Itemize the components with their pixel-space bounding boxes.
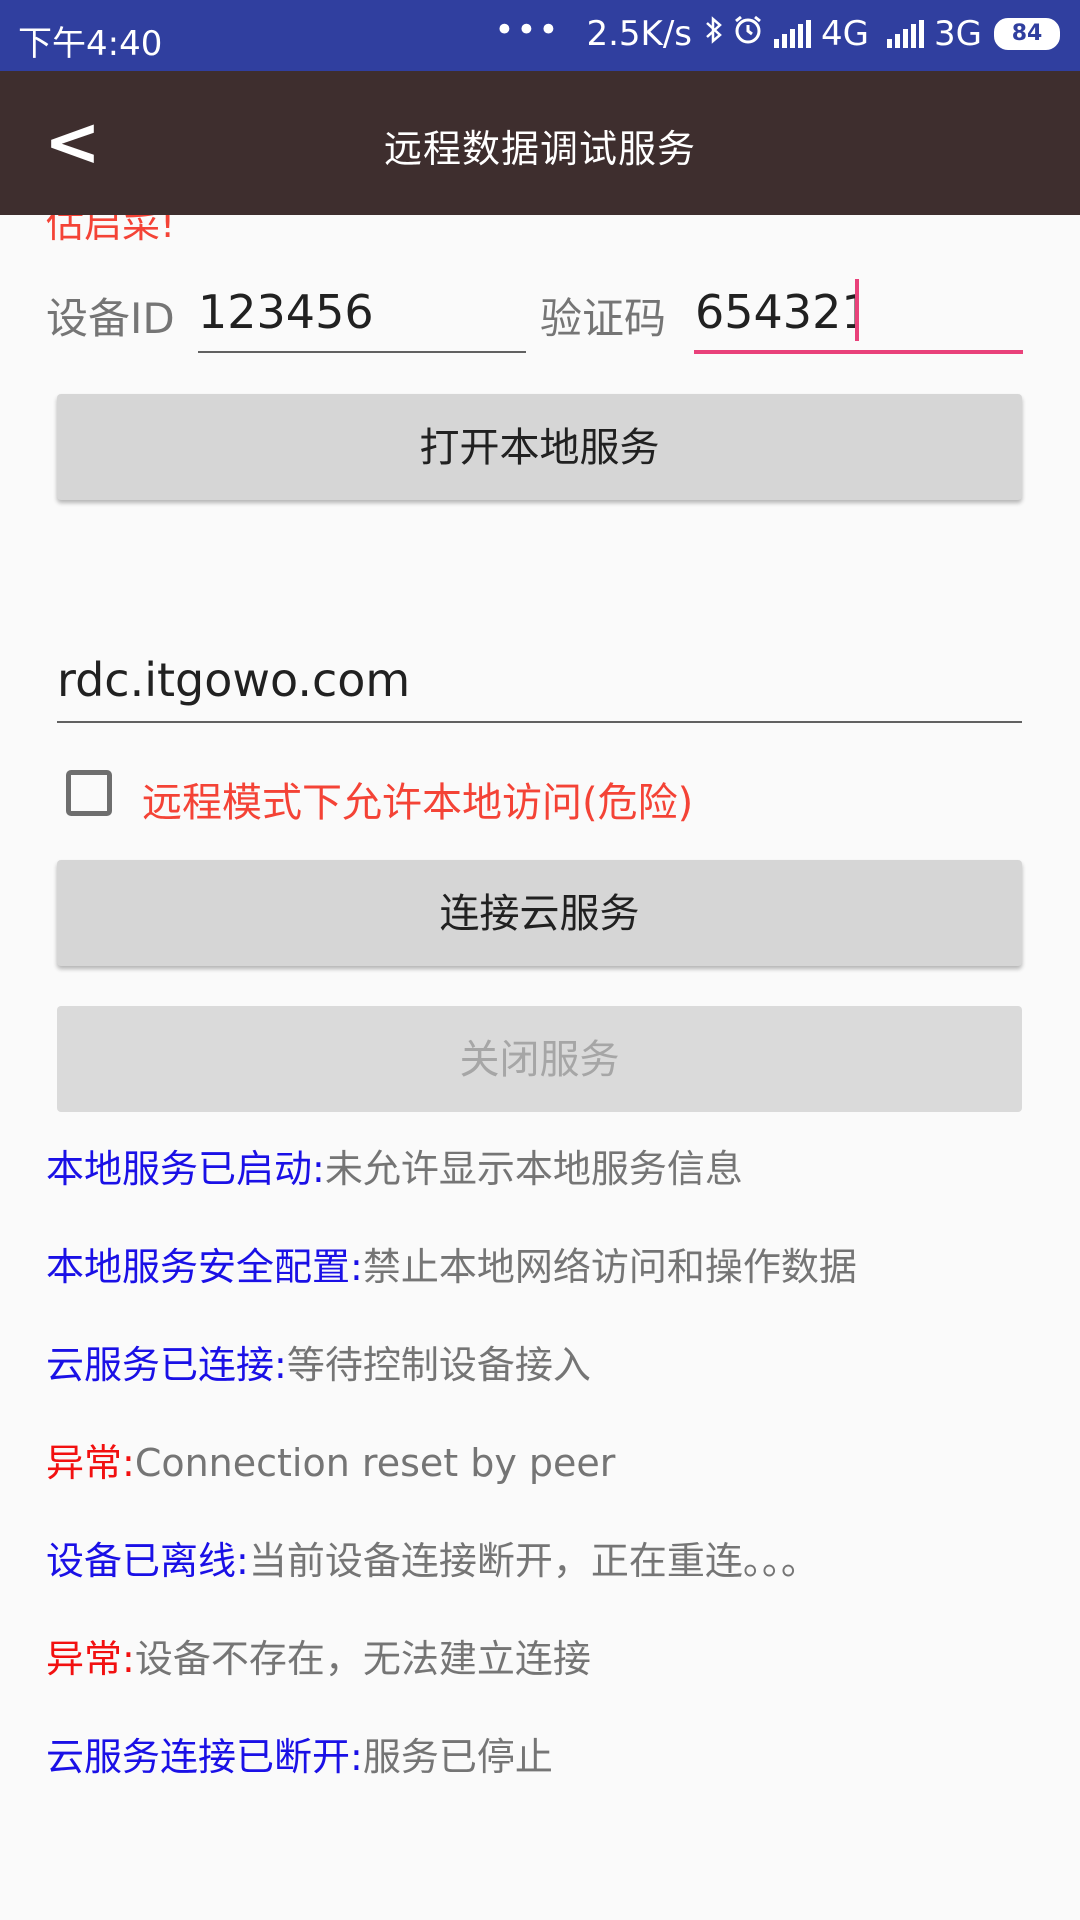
toolbar: < 远程数据调试服务 xyxy=(0,71,1080,215)
log-key: 异常: xyxy=(46,1637,135,1681)
log-line: 异常:设备不存在，无法建立连接 xyxy=(46,1628,591,1683)
log-line: 设备已离线:当前设备连接断开，正在重连。。。 xyxy=(46,1530,819,1585)
alarm-icon xyxy=(732,14,764,54)
connect-cloud-button[interactable]: 连接云服务 xyxy=(57,860,1022,966)
log-value: 当前设备连接断开，正在重连。。。 xyxy=(248,1539,819,1583)
log-key: 云服务已连接: xyxy=(46,1343,287,1387)
server-address-underline xyxy=(57,721,1022,723)
log-value: 设备不存在，无法建立连接 xyxy=(134,1637,591,1681)
network-type-1: 4G xyxy=(821,14,870,54)
log-key: 本地服务安全配置: xyxy=(46,1245,363,1289)
log-value: Connection reset by peer xyxy=(134,1441,616,1485)
allow-local-access-checkbox[interactable] xyxy=(66,770,112,816)
log-key: 本地服务已启动: xyxy=(46,1147,325,1191)
status-time: 下午4:40 xyxy=(18,24,163,64)
signal-strength-icon-2 xyxy=(887,20,925,48)
signal-strength-icon-1 xyxy=(774,20,812,48)
cut-off-text: 估启菜! xyxy=(46,215,176,246)
network-speed: 2.5K/s xyxy=(586,14,693,54)
page-title: 远程数据调试服务 xyxy=(383,127,696,171)
log-line: 本地服务安全配置:禁止本地网络访问和操作数据 xyxy=(46,1236,857,1291)
device-id-underline xyxy=(198,351,526,353)
verify-code-input[interactable] xyxy=(695,277,855,347)
device-id-label: 设备ID xyxy=(46,294,175,343)
verify-code-underline xyxy=(694,350,1023,354)
allow-local-access-label[interactable]: 远程模式下允许本地访问(危险) xyxy=(142,770,693,828)
bluetooth-icon xyxy=(704,15,724,53)
verify-code-label: 验证码 xyxy=(540,294,667,343)
main-content: 估启菜! 设备ID 验证码 打开本地服务 远程模式下允许本地访问(危险) 连接云… xyxy=(0,215,1080,1920)
log-line: 异常:Connection reset by peer xyxy=(46,1432,615,1487)
log-key: 设备已离线: xyxy=(46,1539,249,1583)
battery-icon: 84 xyxy=(994,18,1060,50)
log-line: 本地服务已启动:未允许显示本地服务信息 xyxy=(46,1138,743,1193)
log-value: 未允许显示本地服务信息 xyxy=(324,1147,743,1191)
log-line: 云服务连接已断开:服务已停止 xyxy=(46,1726,553,1781)
more-notifications-icon: ••• xyxy=(494,10,561,50)
log-value: 服务已停止 xyxy=(362,1735,553,1779)
status-icons: ••• 2.5K/s 4G 3G 84 xyxy=(494,10,1060,54)
server-address-input[interactable] xyxy=(57,645,1017,715)
device-id-input[interactable] xyxy=(198,277,518,347)
status-bar: 下午4:40 ••• 2.5K/s 4G 3G 84 xyxy=(0,0,1080,71)
log-line: 云服务已连接:等待控制设备接入 xyxy=(46,1334,591,1389)
text-cursor xyxy=(855,279,859,341)
log-value: 等待控制设备接入 xyxy=(286,1343,591,1387)
log-key: 云服务连接已断开: xyxy=(46,1735,363,1779)
log-key: 异常: xyxy=(46,1441,135,1485)
close-service-button: 关闭服务 xyxy=(57,1006,1022,1112)
network-type-2: 3G xyxy=(934,14,982,54)
log-value: 禁止本地网络访问和操作数据 xyxy=(362,1245,857,1289)
open-local-service-button[interactable]: 打开本地服务 xyxy=(57,394,1022,500)
